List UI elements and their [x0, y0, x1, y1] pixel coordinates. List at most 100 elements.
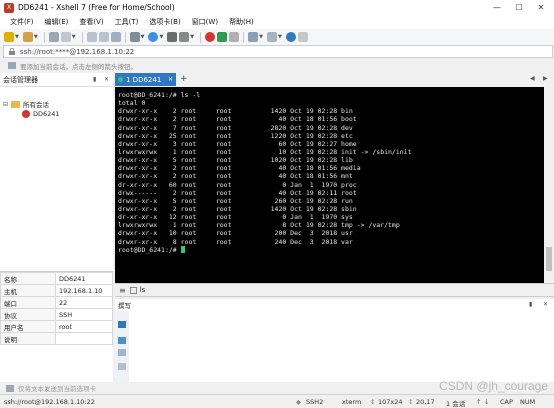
- session-icon: [22, 110, 30, 118]
- ssh-lock-icon: [9, 48, 15, 55]
- layout-icon[interactable]: [248, 32, 259, 42]
- terminal-line: drwx------ 2 root root 40 Oct 19 02:11 r…: [118, 188, 357, 197]
- add-session-icon[interactable]: [8, 62, 16, 69]
- compose-sidebar: [115, 311, 129, 382]
- tab-scroll-left-icon[interactable]: ◀: [530, 75, 535, 82]
- compose-pane[interactable]: [115, 311, 554, 382]
- status-size: 107x24: [378, 398, 403, 406]
- quick-command-ls[interactable]: ls: [140, 286, 146, 294]
- send-input-hint: 仅将文本发送到当前选项卡: [18, 385, 96, 393]
- compose-icon[interactable]: [229, 32, 240, 42]
- xshell-icon: X: [4, 2, 14, 13]
- toolbar: ▼ ▼ ▼ ▼ ▼ ▼ ▼ ▼: [0, 29, 554, 45]
- collapse-icon[interactable]: ⊟: [3, 101, 8, 108]
- close-button[interactable]: ✕: [530, 0, 552, 15]
- send-target-icon[interactable]: [6, 384, 14, 392]
- help-icon[interactable]: [285, 32, 296, 42]
- terminal-line: drwxr-xr-x 2 root root 40 Oct 18 01:56 m…: [118, 172, 353, 181]
- terminal-line: drwxr-xr-x 2 root root 1420 Oct 19 02:28…: [118, 107, 353, 116]
- disconnect-icon[interactable]: [60, 32, 71, 42]
- terminal[interactable]: root@DD_6241:/# ls -l total 0 drwxr-xr-x…: [115, 87, 544, 283]
- menu-tabs[interactable]: 选项卡(B): [149, 17, 180, 27]
- minimize-button[interactable]: —: [486, 0, 508, 15]
- new-tab-button[interactable]: +: [180, 74, 188, 84]
- status-bar: ssh://root@192.168.1.10:22 ◆ SSH2 xterm …: [0, 394, 554, 408]
- send-icon[interactable]: [118, 321, 126, 328]
- menu-icon[interactable]: ≡: [119, 286, 126, 295]
- status-position: 20,17: [416, 398, 435, 406]
- menu-view[interactable]: 查看(V): [79, 17, 103, 27]
- address-bar: [3, 45, 553, 58]
- menu-file[interactable]: 文件(F): [10, 17, 34, 27]
- history-icon[interactable]: [118, 363, 126, 370]
- menu-edit[interactable]: 编辑(E): [45, 17, 69, 27]
- menu-bar: 文件(F) 编辑(E) 查看(V) 工具(T) 选项卡(B) 窗口(W) 帮助(…: [0, 15, 554, 29]
- tab-bar: 1 DD6241 ✕ + ◀ ▶: [115, 72, 554, 86]
- transfer-icon[interactable]: [217, 32, 228, 42]
- status-sessions: 1 会话: [446, 400, 466, 408]
- terminal-scrollbar[interactable]: [544, 87, 554, 283]
- session-properties: 名称 DD6241 主机 192.168.1.10 端口 22 协议 SSH 用户名 ro…: [0, 271, 113, 382]
- more-icon[interactable]: [297, 32, 308, 42]
- folder-icon: [11, 100, 21, 108]
- xftp-icon[interactable]: [205, 32, 216, 42]
- close-pane-icon[interactable]: ✕: [104, 76, 109, 83]
- session-manager-title: 会话管理器 ▮ ✕: [0, 73, 113, 87]
- menu-tools[interactable]: 工具(T): [115, 17, 139, 27]
- reconnect-icon[interactable]: [48, 32, 59, 42]
- hint-text: 要添加当前会话，点击左侧的箭头按钮。: [20, 62, 137, 71]
- keyboard-icon[interactable]: [179, 32, 190, 42]
- prop-row: 主机 192.168.1.10: [0, 284, 113, 297]
- terminal-line: drwxr-xr-x 2 root root 40 Oct 18 01:56 b…: [118, 115, 357, 124]
- prop-row: 名称 DD6241: [0, 272, 113, 285]
- terminal-line: drwxr-xr-x 8 root root 240 Dec 3 2018 va…: [118, 237, 353, 246]
- terminal-cursor: [180, 245, 185, 253]
- terminal-line: root@DD_6241:/# ls -l: [118, 91, 201, 99]
- tile-icon[interactable]: [267, 32, 278, 42]
- prop-row: 端口 22: [0, 296, 113, 309]
- tab-dd6241[interactable]: 1 DD6241 ✕: [115, 73, 176, 86]
- close-pane-icon[interactable]: ✕: [543, 301, 548, 308]
- status-terminal-type: xterm: [342, 398, 362, 406]
- terminal-line: drwxr-xr-x 2 root root 1420 Oct 19 02:28…: [118, 204, 357, 213]
- terminal-line: dr-xr-xr-x 60 root root 0 Jan 1 1970 pro…: [118, 180, 357, 189]
- terminal-line: drwxr-xr-x 25 root root 1220 Oct 19 02:2…: [118, 131, 353, 140]
- lock-icon[interactable]: [167, 32, 178, 42]
- prop-row: 用户名 root: [0, 320, 113, 333]
- terminal-line: drwxr-xr-x 10 root root 200 Dec 3 2018 u…: [118, 229, 353, 238]
- prop-row: 协议 SSH: [0, 308, 113, 321]
- copy-icon[interactable]: [86, 32, 97, 42]
- terminal-line: drwxr-xr-x 7 root root 2820 Oct 19 02:28…: [118, 123, 353, 132]
- undo-icon[interactable]: [118, 337, 126, 344]
- hint-bar: 要添加当前会话，点击左侧的箭头按钮。: [0, 59, 554, 72]
- session-up-icon[interactable]: ↑: [476, 398, 481, 406]
- redo-icon[interactable]: [118, 349, 126, 356]
- pin-icon[interactable]: ▮: [529, 301, 532, 308]
- status-protocol: SSH2: [306, 398, 324, 406]
- tab-close-icon[interactable]: ✕: [168, 76, 173, 83]
- paste-icon[interactable]: [98, 32, 109, 42]
- terminal-line: lrwxrwxrwx 1 root root 10 Oct 19 02:28 i…: [118, 147, 412, 156]
- tab-scroll-right-icon[interactable]: ▶: [543, 75, 548, 82]
- session-tree: ⊟ 所有会话 DD6241: [0, 87, 113, 271]
- globe-icon[interactable]: [148, 32, 159, 42]
- status-connection: ssh://root@192.168.1.10:22: [4, 398, 95, 406]
- find-icon[interactable]: [110, 32, 121, 42]
- tree-root[interactable]: ⊟ 所有会话: [3, 99, 49, 109]
- connected-status-icon: [118, 77, 123, 82]
- terminal-line: dr-xr-xr-x 12 root root 0 Jan 1 1970 sys: [118, 213, 353, 222]
- session-down-icon[interactable]: ↓: [484, 398, 489, 406]
- address-input[interactable]: [20, 47, 520, 56]
- open-folder-icon[interactable]: [22, 32, 33, 42]
- tree-session-dd6241[interactable]: DD6241: [22, 110, 60, 118]
- scrollbar-thumb[interactable]: [546, 247, 552, 271]
- maximize-button[interactable]: ☐: [508, 0, 530, 15]
- terminal-line: drwxr-xr-x 3 root root 60 Oct 19 02:27 h…: [118, 139, 357, 148]
- quick-command-icon: [129, 286, 137, 294]
- terminal-icon[interactable]: [129, 32, 140, 42]
- menu-window[interactable]: 窗口(W): [192, 17, 218, 27]
- menu-help[interactable]: 帮助(H): [229, 17, 254, 27]
- pin-icon[interactable]: ▮: [93, 76, 96, 83]
- terminal-line: lrwxrwxrwx 1 root root 8 Oct 19 02:28 tm…: [118, 221, 400, 230]
- new-session-icon[interactable]: [4, 32, 14, 42]
